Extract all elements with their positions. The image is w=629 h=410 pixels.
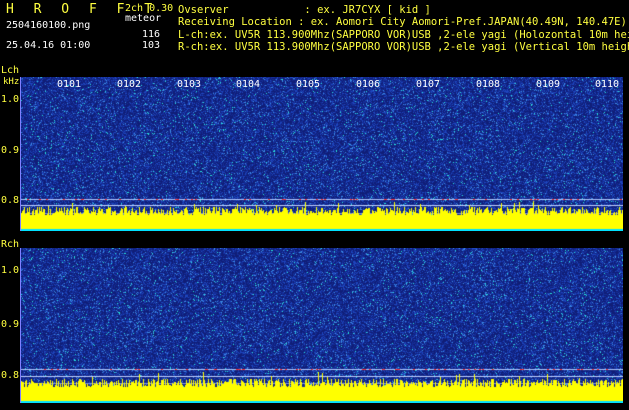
- meteor-count-lch: 116: [142, 29, 161, 40]
- time-tick-0104: 0104: [236, 79, 261, 90]
- time-tick-0105: 0105: [296, 79, 321, 90]
- rch-spectrogram: [20, 248, 623, 403]
- location-info: Receiving Location : ex. Aomori City Aom…: [178, 16, 627, 28]
- filename-label: 2504160100.png: [6, 20, 91, 31]
- lch-spectrogram: [20, 77, 623, 231]
- lch-ytick-2: 0.9: [1, 145, 20, 156]
- observer-info: Ovserver : ex. JR7CYX [ kid ]: [178, 4, 431, 16]
- rch-spectrogram-canvas: [21, 248, 623, 403]
- datetime-label: 25.04.16 01:00: [6, 40, 91, 51]
- rch-ytick-3: 0.8: [1, 370, 20, 381]
- rch-ytick-2: 0.9: [1, 319, 20, 330]
- time-tick-0106: 0106: [356, 79, 381, 90]
- meteor-count-rch: 103: [142, 40, 161, 51]
- lch-channel-label: Lch: [1, 65, 20, 76]
- rch-ytick-1: 1.0: [1, 265, 20, 276]
- lch-ytick-1: 1.0: [1, 94, 20, 105]
- time-tick-0108: 0108: [476, 79, 501, 90]
- time-tick-0101: 0101: [57, 79, 82, 90]
- rch-channel-label: Rch: [1, 239, 20, 250]
- time-tick-0109: 0109: [536, 79, 561, 90]
- time-tick-0107: 0107: [416, 79, 441, 90]
- time-tick-0110: 0110: [595, 79, 620, 90]
- lch-spectrogram-canvas: [21, 77, 623, 231]
- lch-ytick-3: 0.8: [1, 195, 20, 206]
- time-tick-0103: 0103: [177, 79, 202, 90]
- time-tick-0102: 0102: [117, 79, 142, 90]
- lch-receiver-info: L-ch:ex. UV5R 113.900Mhz(SAPPORO VOR)USB…: [178, 29, 629, 41]
- meteor-label: meteor: [125, 13, 162, 24]
- lch-unit-label: kHz: [3, 77, 20, 87]
- rch-receiver-info: R-ch:ex. UV5R 113.900Mhz(SAPPORO VOR)USB…: [178, 41, 629, 53]
